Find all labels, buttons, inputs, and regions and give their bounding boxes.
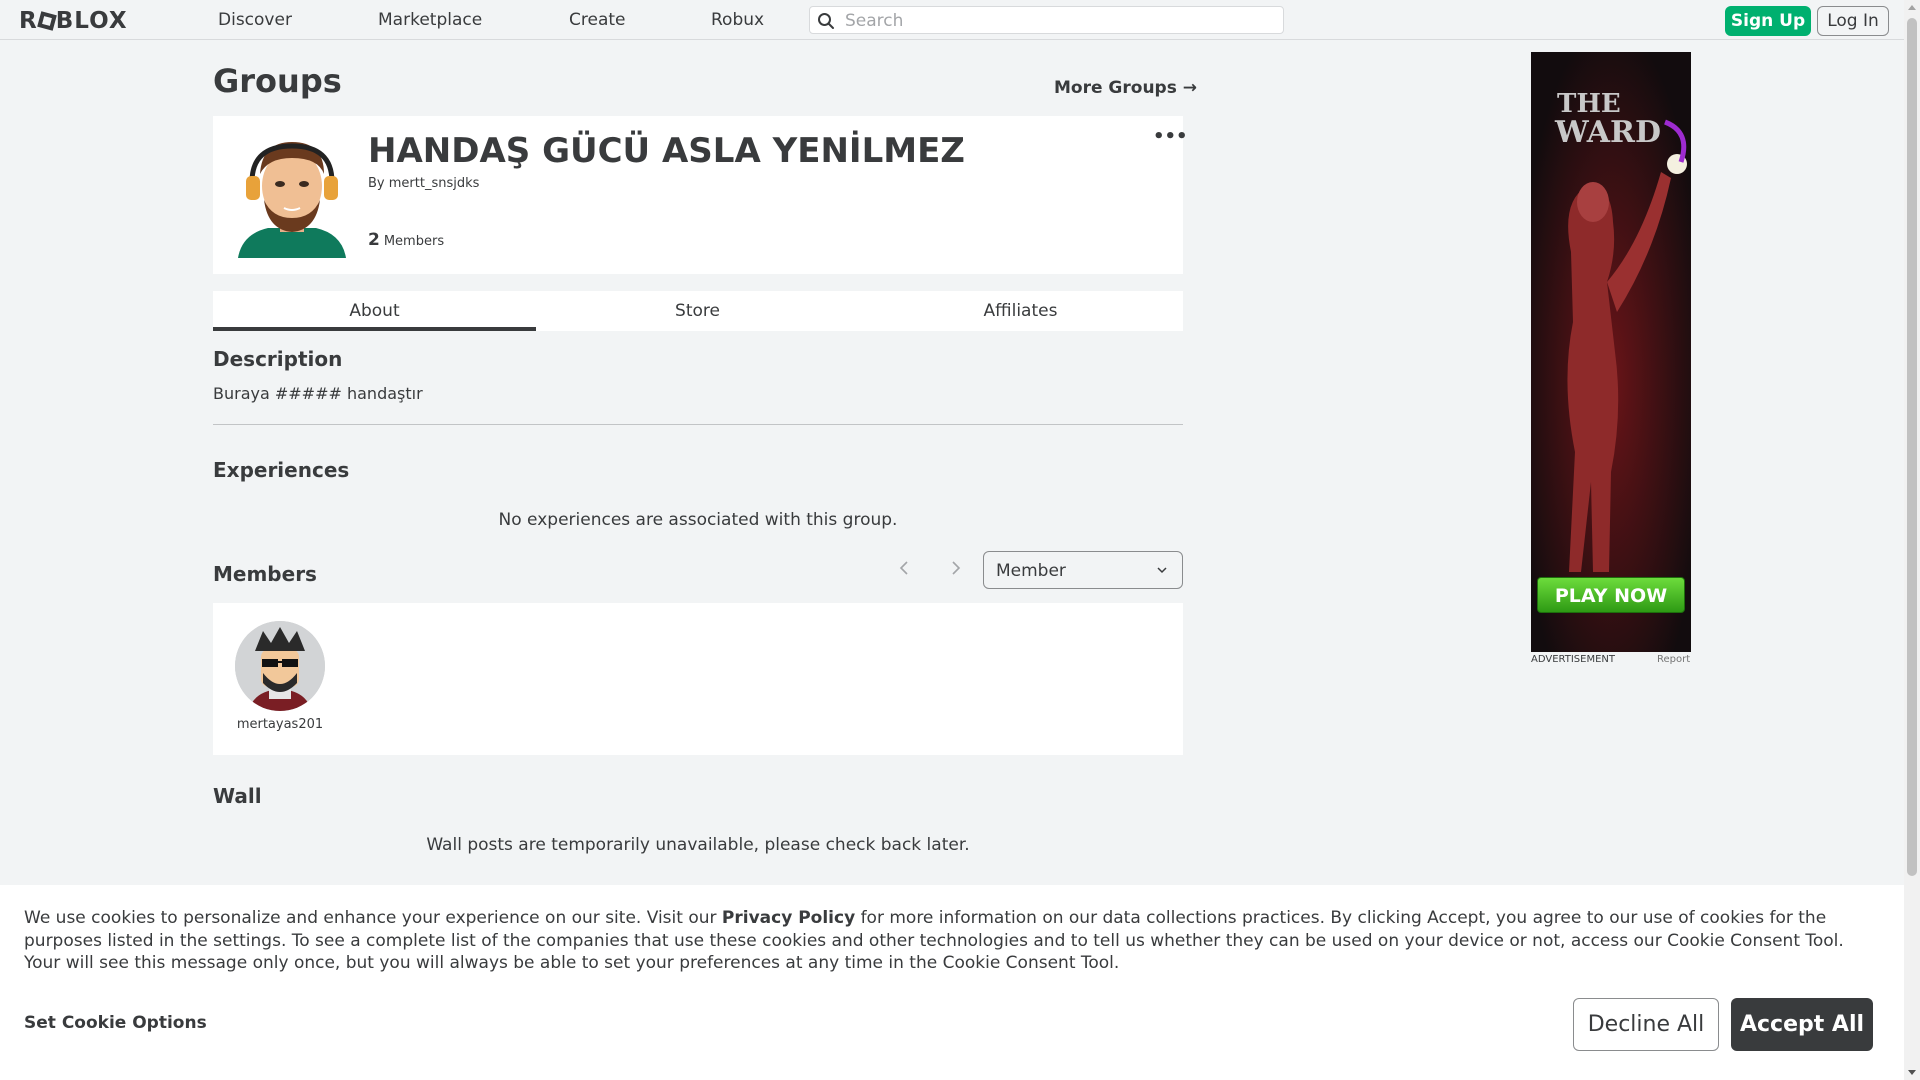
group-tabs: About Store Affiliates: [213, 291, 1183, 331]
more-groups-link[interactable]: More Groups →: [1054, 78, 1197, 98]
decline-all-button[interactable]: Decline All: [1573, 998, 1719, 1051]
wall-unavailable-message: Wall posts are temporarily unavailable, …: [426, 835, 970, 855]
page-title: Groups: [213, 62, 342, 100]
scroll-up-arrow-icon[interactable]: [1908, 5, 1916, 10]
by-label: By: [368, 176, 385, 191]
search-box[interactable]: [809, 6, 1284, 34]
nav-discover[interactable]: Discover: [218, 10, 292, 30]
tab-affiliates[interactable]: Affiliates: [859, 291, 1182, 331]
cookie-consent-banner: We use cookies to personalize and enhanc…: [0, 885, 1904, 1080]
log-in-button[interactable]: Log In: [1817, 6, 1889, 36]
member-avatar-image: [235, 621, 325, 711]
group-header-card: HANDAŞ GÜCÜ ASLA YENİLMEZ By mertt_snsjd…: [213, 116, 1188, 274]
roblox-logo[interactable]: R BLOX: [19, 8, 128, 34]
nav-create[interactable]: Create: [569, 10, 626, 30]
wall-heading: Wall: [213, 784, 262, 808]
experiences-heading: Experiences: [213, 458, 350, 482]
search-icon: [818, 13, 834, 29]
advertisement-label: ADVERTISEMENT: [1531, 654, 1616, 665]
ad-play-now-button[interactable]: PLAY NOW: [1537, 577, 1685, 613]
advertisement-banner[interactable]: THE WARD PLAY NOW: [1531, 52, 1691, 652]
members-list: mertayas201: [213, 603, 1183, 755]
group-emblem-image: [228, 130, 356, 258]
role-dropdown-value: Member: [996, 561, 1066, 581]
group-owner-line: By mertt_snsjdks: [368, 176, 479, 191]
member-count: 2 Members: [368, 230, 444, 250]
ad-artwork-image: THE WARD: [1531, 52, 1691, 652]
avatar[interactable]: [235, 621, 325, 711]
experiences-empty-message: No experiences are associated with this …: [498, 510, 898, 530]
list-item[interactable]: mertayas201: [213, 603, 347, 743]
members-heading: Members: [213, 562, 317, 586]
member-name[interactable]: mertayas201: [213, 717, 347, 732]
group-name: HANDAŞ GÜCÜ ASLA YENİLMEZ: [368, 131, 965, 171]
nav-robux[interactable]: Robux: [711, 10, 764, 30]
member-count-label: Members: [383, 234, 445, 249]
group-description: Buraya ##### handaştır: [213, 384, 423, 403]
nav-marketplace[interactable]: Marketplace: [378, 10, 482, 30]
tab-about[interactable]: About: [213, 291, 536, 331]
more-options-icon[interactable]: •••: [1153, 128, 1188, 146]
accept-all-button[interactable]: Accept All: [1731, 998, 1873, 1051]
chevron-down-icon: [1157, 567, 1167, 574]
search-input[interactable]: [843, 10, 1277, 32]
scrollbar-thumb[interactable]: [1907, 18, 1917, 876]
svg-text:WARD: WARD: [1554, 115, 1661, 150]
set-cookie-options-link[interactable]: Set Cookie Options: [24, 1013, 207, 1033]
section-divider: [213, 424, 1183, 425]
scroll-down-arrow-icon[interactable]: [1908, 1070, 1916, 1075]
tab-store[interactable]: Store: [536, 291, 859, 331]
chevron-right-icon[interactable]: [949, 558, 963, 578]
cookie-text-intro: We use cookies to personalize and enhanc…: [24, 908, 722, 928]
privacy-policy-link[interactable]: Privacy Policy: [722, 908, 855, 928]
top-nav: R BLOX Discover Marketplace Create Robux …: [0, 0, 1904, 40]
group-owner-link[interactable]: mertt_snsjdks: [389, 176, 480, 191]
chevron-left-icon[interactable]: [897, 558, 911, 578]
page-scrollbar[interactable]: [1904, 0, 1920, 1080]
member-count-number: 2: [368, 230, 380, 250]
role-dropdown[interactable]: Member: [983, 551, 1183, 589]
sign-up-button[interactable]: Sign Up: [1725, 6, 1811, 36]
ad-report-link[interactable]: Report: [1657, 654, 1690, 665]
cookie-message: We use cookies to personalize and enhanc…: [24, 907, 1884, 975]
description-heading: Description: [213, 347, 343, 371]
